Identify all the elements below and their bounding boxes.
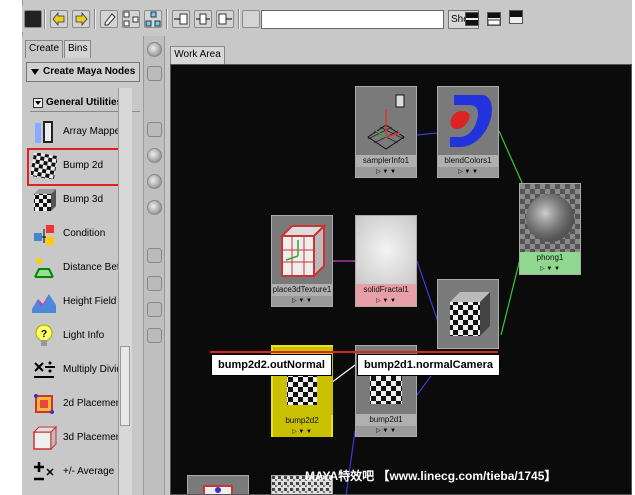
list-item-label: 3d Placement bbox=[63, 432, 125, 443]
create-nodes-dropdown[interactable]: Create Maya Nodes bbox=[26, 62, 140, 82]
phong-sphere-icon bbox=[520, 184, 580, 252]
node-name: bump2d1 bbox=[356, 414, 416, 426]
input-output-connections-icon[interactable] bbox=[194, 10, 212, 28]
view-square-icon[interactable] bbox=[147, 122, 162, 137]
node-solid-fractal[interactable]: solidFractal1 ▷ ▼ ▼ bbox=[355, 215, 417, 307]
scrollbar-thumb[interactable] bbox=[120, 346, 130, 426]
node-ports: ▷ ▼ ▼ bbox=[356, 426, 416, 436]
callout-out-normal: bump2d2.outNormal bbox=[211, 354, 332, 376]
collapse-icon bbox=[33, 98, 43, 108]
work-area-graph[interactable]: samplerInfo1 ▷ ▼ ▼ blendColors1 ▷ ▼ ▼ ph… bbox=[170, 64, 632, 495]
node-place-3d-texture[interactable]: place3dTexture1 ▷ ▼ ▼ bbox=[271, 215, 333, 307]
multiply-divide-icon bbox=[31, 357, 57, 383]
node-checker-3d[interactable] bbox=[437, 279, 499, 349]
plus-minus-average-icon bbox=[31, 459, 57, 485]
list-item-label: Bump 3d bbox=[63, 194, 104, 205]
node-name: samplerInfo1 bbox=[356, 155, 416, 167]
graph-network-icon[interactable] bbox=[144, 10, 162, 28]
node-ports: ▷ ▼ ▼ bbox=[356, 296, 416, 306]
toolbar-separator bbox=[44, 9, 46, 29]
list-item-label: Height Field bbox=[63, 296, 117, 307]
arrow-left-icon[interactable] bbox=[50, 10, 68, 28]
list-item-label: Condition bbox=[63, 228, 106, 239]
node-name: solidFractal1 bbox=[356, 284, 416, 296]
sampler-info-icon bbox=[356, 87, 416, 155]
node-sampler-info[interactable]: samplerInfo1 ▷ ▼ ▼ bbox=[355, 86, 417, 178]
create-panel-scrollbar[interactable] bbox=[118, 88, 132, 495]
eraser-icon[interactable] bbox=[100, 10, 118, 28]
side-tool-column bbox=[143, 36, 165, 495]
place-3d-texture-icon bbox=[272, 216, 332, 284]
clear-graph-icon[interactable] bbox=[242, 10, 260, 28]
sphere-swatch-icon[interactable] bbox=[147, 42, 162, 57]
view-sphere-small-icon[interactable] bbox=[147, 148, 162, 163]
view-sphere-medium-icon[interactable] bbox=[147, 174, 162, 189]
input-connections-icon[interactable] bbox=[172, 10, 190, 28]
place-3d-icon bbox=[31, 425, 58, 451]
node-ports: ▷ ▼ ▼ bbox=[273, 427, 331, 437]
toolbar-separator bbox=[94, 9, 96, 29]
arrow-right-icon[interactable] bbox=[72, 10, 90, 28]
node-name: place3dTexture1 bbox=[272, 284, 332, 296]
graph-nodes-icon[interactable] bbox=[122, 10, 140, 28]
tab-create[interactable]: Create bbox=[25, 40, 64, 58]
svg-text:?: ? bbox=[41, 329, 47, 340]
create-nodes-label: Create Maya Nodes bbox=[43, 66, 136, 77]
blend-colors-icon bbox=[438, 87, 498, 155]
list-item-label: Light Info bbox=[63, 330, 105, 341]
list-item-label: Array Mapper bbox=[63, 126, 124, 137]
toolbar-separator bbox=[238, 9, 240, 29]
height-field-icon bbox=[31, 289, 57, 315]
node-ports: ▷ ▼ ▼ bbox=[520, 264, 580, 274]
array-mapper-icon bbox=[31, 119, 57, 145]
place-2d-texture-icon bbox=[188, 476, 248, 494]
grid-toggle-icon[interactable] bbox=[24, 10, 42, 28]
tab-work-area[interactable]: Work Area bbox=[170, 46, 225, 64]
solid-fractal-icon bbox=[356, 216, 416, 284]
node-blend-colors[interactable]: blendColors1 ▷ ▼ ▼ bbox=[437, 86, 499, 178]
view-sphere-large-icon[interactable] bbox=[147, 200, 162, 215]
list-item-label: Distance Bet bbox=[63, 262, 120, 273]
list-item-label: +/- Average bbox=[63, 466, 115, 477]
search-field[interactable] bbox=[261, 10, 444, 29]
condition-icon bbox=[31, 221, 57, 247]
callout-normal-camera: bump2d1.normalCamera bbox=[357, 354, 500, 376]
hypershade-toolbar: Show bbox=[22, 6, 632, 32]
node-name: phong1 bbox=[520, 252, 580, 264]
sort-time-icon[interactable] bbox=[147, 302, 162, 317]
layout-split-icon[interactable] bbox=[487, 12, 501, 26]
node-phong[interactable]: phong1 ▷ ▼ ▼ bbox=[519, 183, 581, 275]
node-ports: ▷ ▼ ▼ bbox=[438, 167, 498, 177]
output-connections-icon[interactable] bbox=[216, 10, 234, 28]
selection-highlight bbox=[27, 148, 122, 186]
chevron-down-icon bbox=[31, 69, 39, 75]
node-place-2d-texture[interactable] bbox=[187, 475, 249, 494]
list-item-label: 2d Placement bbox=[63, 398, 125, 409]
callout-outline-top bbox=[210, 351, 498, 353]
layout-stacked-icon[interactable] bbox=[465, 12, 479, 26]
sort-reverse-icon[interactable] bbox=[147, 328, 162, 343]
place-2d-icon bbox=[31, 391, 57, 417]
general-utilities-label: General Utilities bbox=[46, 97, 123, 108]
grid-swatch-icon[interactable] bbox=[147, 66, 162, 81]
distance-between-icon bbox=[31, 255, 57, 281]
node-name: blendColors1 bbox=[438, 155, 498, 167]
node-ports: ▷ ▼ ▼ bbox=[272, 296, 332, 306]
layout-single-icon[interactable] bbox=[509, 10, 523, 24]
sort-type-icon[interactable] bbox=[147, 276, 162, 291]
checker-cube-icon bbox=[438, 280, 498, 348]
watermark: MAYA特效吧 【www.linecg.com/tieba/1745】 bbox=[305, 469, 557, 483]
node-name: bump2d2 bbox=[273, 415, 331, 427]
tab-bins[interactable]: Bins bbox=[64, 40, 92, 58]
light-info-icon: ? bbox=[31, 323, 57, 349]
bump-3d-icon bbox=[31, 187, 57, 213]
node-ports: ▷ ▼ ▼ bbox=[356, 167, 416, 177]
sort-alpha-icon[interactable] bbox=[147, 248, 162, 263]
toolbar-separator bbox=[166, 9, 168, 29]
